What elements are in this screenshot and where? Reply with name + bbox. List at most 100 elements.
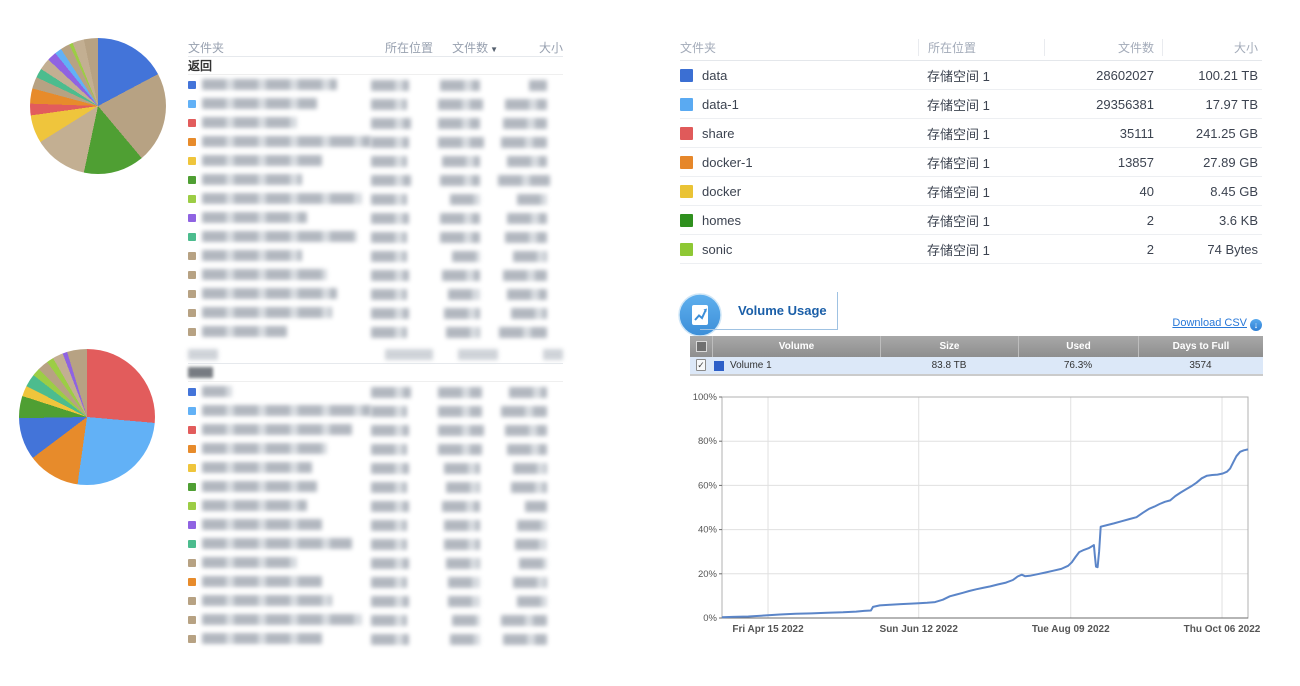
y-axis-label: 20%: [698, 569, 718, 580]
column-header-volume[interactable]: Volume: [712, 336, 880, 357]
redacted-folder-row[interactable]: [188, 382, 563, 401]
download-icon[interactable]: ↓: [1250, 319, 1262, 331]
redacted-folder-row[interactable]: [188, 94, 563, 113]
column-header-size[interactable]: Size: [880, 336, 1018, 357]
column-header-location[interactable]: 所在位置: [385, 39, 452, 56]
checkbox-icon: [696, 341, 707, 352]
download-csv-link[interactable]: Download CSV: [1172, 317, 1247, 329]
redacted-folder-row[interactable]: [188, 303, 563, 322]
redacted-folder-row[interactable]: [188, 227, 563, 246]
legend-color-swatch: [188, 214, 196, 222]
redacted-folder-name: [188, 386, 371, 397]
legend-color-swatch: [188, 407, 196, 415]
redacted-folder-row[interactable]: [188, 534, 563, 553]
redacted-header-location[interactable]: [385, 347, 452, 361]
column-header-location[interactable]: 所在位置: [918, 39, 1044, 56]
redacted-folder-name: [188, 500, 371, 511]
folder-size: 100.21 TB: [1162, 68, 1262, 83]
folder-size: 241.25 GB: [1162, 126, 1262, 141]
redacted-header-folder[interactable]: [188, 347, 385, 361]
redacted-folder-name: [188, 443, 371, 454]
folder-size: 8.45 GB: [1162, 184, 1262, 199]
column-header-filecount-sort[interactable]: 文件数▼: [452, 39, 512, 56]
legend-color-swatch: [188, 271, 196, 279]
redacted-folder-row[interactable]: [188, 610, 563, 629]
redacted-folder-row[interactable]: [188, 439, 563, 458]
redacted-folder-row[interactable]: [188, 572, 563, 591]
redacted-folder-row[interactable]: [188, 208, 563, 227]
shared-folder-table: 文件夹 所在位置 文件数 大小 data存储空间 128602027100.21…: [680, 34, 1262, 264]
redacted-folder-row[interactable]: [188, 246, 563, 265]
redacted-folder-row[interactable]: [188, 322, 563, 341]
folder-name[interactable]: docker: [680, 184, 918, 199]
legend-color-swatch: [188, 540, 196, 548]
folder-size: 74 Bytes: [1162, 242, 1262, 257]
column-header-used[interactable]: Used: [1018, 336, 1138, 357]
column-header-folder[interactable]: 文件夹: [188, 39, 385, 56]
redacted-folder-row[interactable]: [188, 151, 563, 170]
folder-row-data-1[interactable]: data-1存储空间 12935638117.97 TB: [680, 90, 1262, 119]
folder-row-sonic[interactable]: sonic存储空间 1274 Bytes: [680, 235, 1262, 264]
legend-color-swatch: [188, 100, 196, 108]
redacted-folder-row[interactable]: [188, 113, 563, 132]
volume-1-checkbox[interactable]: ✓: [696, 359, 706, 371]
legend-color-swatch: [188, 252, 196, 260]
folder-usage-pie-chart-2[interactable]: [19, 349, 155, 485]
column-header-folder[interactable]: 文件夹: [680, 39, 918, 56]
folder-filecount: 2: [1044, 213, 1162, 228]
column-header-filecount[interactable]: 文件数: [1044, 39, 1162, 56]
redacted-folder-row[interactable]: [188, 496, 563, 515]
redacted-folder-row[interactable]: [188, 265, 563, 284]
column-header-size[interactable]: 大小: [512, 39, 563, 56]
redacted-folder-row[interactable]: [188, 591, 563, 610]
redacted-folder-row[interactable]: [188, 458, 563, 477]
redacted-folder-name: [188, 193, 371, 204]
folder-size: 3.6 KB: [1162, 213, 1262, 228]
redacted-header-size[interactable]: [512, 347, 563, 361]
legend-color-swatch: [188, 290, 196, 298]
legend-color-swatch: [188, 502, 196, 510]
blurred-table-2-rows: [188, 382, 563, 648]
redacted-folder-row[interactable]: [188, 132, 563, 151]
redacted-folder-row[interactable]: [188, 477, 563, 496]
redacted-folder-name: [188, 557, 371, 568]
back-link[interactable]: 返回: [188, 57, 563, 75]
folder-name[interactable]: sonic: [680, 242, 918, 257]
folder-row-share[interactable]: share存储空间 135111241.25 GB: [680, 119, 1262, 148]
folder-size: 17.97 TB: [1162, 97, 1262, 112]
folder-row-docker[interactable]: docker存储空间 1408.45 GB: [680, 177, 1262, 206]
legend-color-swatch: [680, 243, 693, 256]
folder-name[interactable]: homes: [680, 213, 918, 228]
folder-row-homes[interactable]: homes存储空间 123.6 KB: [680, 206, 1262, 235]
folder-filecount: 28602027: [1044, 68, 1162, 83]
redacted-folder-row[interactable]: [188, 75, 563, 94]
redacted-folder-row[interactable]: [188, 515, 563, 534]
redacted-folder-row[interactable]: [188, 284, 563, 303]
folder-filecount: 13857: [1044, 155, 1162, 170]
legend-color-swatch: [188, 426, 196, 434]
redacted-folder-name: [188, 519, 371, 530]
folder-row-docker-1[interactable]: docker-1存储空间 11385727.89 GB: [680, 148, 1262, 177]
redacted-folder-row[interactable]: [188, 189, 563, 208]
x-axis-label: Thu Oct 06 2022: [1184, 624, 1261, 635]
y-axis-label: 0%: [703, 613, 717, 624]
folder-name[interactable]: data: [680, 68, 918, 83]
folder-name[interactable]: share: [680, 126, 918, 141]
folder-usage-pie-chart-1[interactable]: [30, 38, 166, 174]
select-all-checkbox[interactable]: [690, 336, 712, 357]
folder-location: 存储空间 1: [918, 124, 1044, 143]
column-header-size[interactable]: 大小: [1162, 39, 1262, 56]
redacted-folder-row[interactable]: [188, 629, 563, 648]
redacted-folder-row[interactable]: [188, 401, 563, 420]
y-axis-label: 40%: [698, 525, 718, 536]
folder-row-data[interactable]: data存储空间 128602027100.21 TB: [680, 61, 1262, 90]
folder-name[interactable]: docker-1: [680, 155, 918, 170]
redacted-folder-row[interactable]: [188, 420, 563, 439]
legend-color-swatch: [188, 388, 196, 396]
folder-name[interactable]: data-1: [680, 97, 918, 112]
back-link-redacted[interactable]: [188, 364, 563, 382]
redacted-folder-row[interactable]: [188, 553, 563, 572]
redacted-folder-row[interactable]: [188, 170, 563, 189]
redacted-header-filecount[interactable]: [452, 347, 512, 361]
column-header-days-to-full[interactable]: Days to Full: [1138, 336, 1263, 357]
